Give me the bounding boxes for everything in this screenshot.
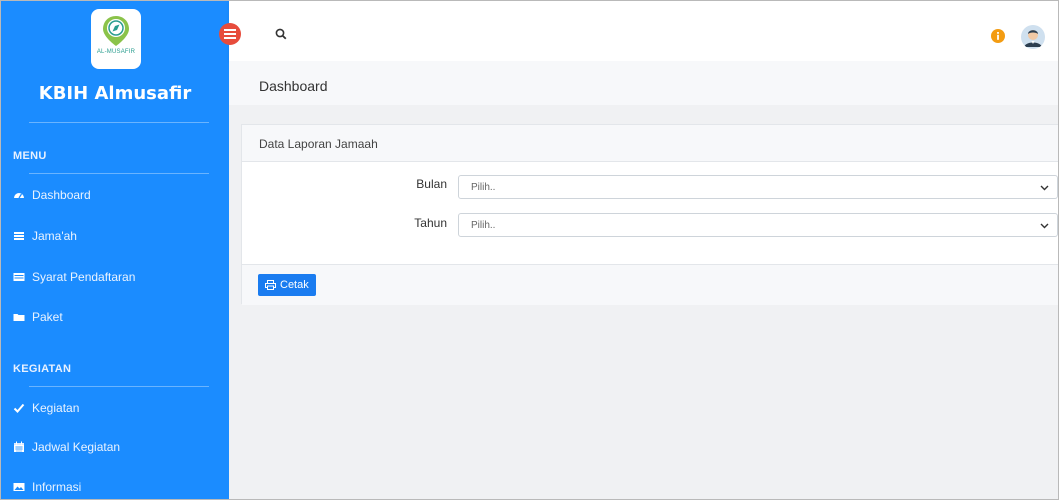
logo[interactable]: AL-MUSAFIR — [91, 9, 141, 69]
info-icon[interactable] — [991, 29, 1005, 43]
menu-section-title: MENU — [13, 150, 47, 162]
menu-toggle-icon — [224, 29, 236, 39]
card-footer: Cetak — [242, 264, 1058, 305]
user-avatar-icon — [1021, 25, 1045, 49]
tahun-select-value: Pilih.. — [471, 219, 496, 231]
check-icon — [13, 402, 25, 414]
tahun-label: Tahun — [414, 216, 447, 230]
sidebar-divider — [29, 386, 209, 387]
folder-icon — [13, 311, 25, 323]
tahun-select[interactable]: Pilih.. — [458, 213, 1058, 237]
compass-logo-icon — [103, 16, 129, 46]
sidebar-divider — [29, 173, 209, 174]
chevron-down-icon — [1040, 223, 1049, 229]
sidebar-divider — [29, 122, 209, 123]
sidebar-item-jamaah[interactable]: Jama'ah — [13, 226, 77, 246]
search-icon[interactable] — [275, 27, 287, 45]
kegiatan-section-title: KEGIATAN — [13, 363, 72, 375]
sidebar-item-label: Kegiatan — [32, 401, 80, 415]
bulan-label: Bulan — [416, 177, 447, 191]
sidebar-item-label: Jadwal Kegiatan — [32, 440, 121, 454]
sidebar-item-jadwal-kegiatan[interactable]: Jadwal Kegiatan — [13, 437, 120, 457]
id-card-icon — [13, 271, 25, 283]
sidebar-item-label: Informasi — [32, 480, 82, 494]
page-title: Dashboard — [259, 78, 328, 94]
print-button[interactable]: Cetak — [258, 274, 316, 296]
bulan-select-value: Pilih.. — [471, 181, 496, 193]
logo-text: AL-MUSAFIR — [96, 49, 136, 55]
sidebar-item-label: Jama'ah — [32, 229, 77, 243]
sidebar-toggle-button[interactable] — [219, 23, 241, 45]
chevron-down-icon — [1040, 185, 1049, 191]
sidebar-item-informasi[interactable]: Informasi — [13, 477, 81, 497]
sidebar-item-label: Paket — [32, 310, 63, 324]
bulan-select[interactable]: Pilih.. — [458, 175, 1058, 199]
card-header: Data Laporan Jamaah — [242, 125, 1058, 162]
print-button-label: Cetak — [280, 279, 309, 291]
card-title: Data Laporan Jamaah — [259, 137, 378, 151]
print-icon — [265, 280, 276, 290]
brand-title[interactable]: KBIH Almusafir — [1, 83, 229, 104]
page-header: Dashboard — [229, 61, 1058, 105]
calendar-icon — [13, 441, 25, 453]
sidebar-item-syarat-pendaftaran[interactable]: Syarat Pendaftaran — [13, 267, 135, 287]
sidebar: AL-MUSAFIR KBIH Almusafir MENU Dashboard… — [1, 1, 229, 499]
sidebar-item-label: Syarat Pendaftaran — [32, 270, 136, 284]
image-icon — [13, 481, 25, 493]
dashboard-icon — [13, 189, 25, 201]
topbar — [229, 1, 1058, 61]
report-card: Data Laporan Jamaah Bulan Pilih.. Tahun … — [241, 124, 1058, 305]
list-icon — [13, 230, 25, 242]
app-window: AL-MUSAFIR KBIH Almusafir MENU Dashboard… — [0, 0, 1059, 500]
sidebar-item-dashboard[interactable]: Dashboard — [13, 185, 91, 205]
avatar[interactable] — [1021, 25, 1045, 49]
sidebar-item-paket[interactable]: Paket — [13, 307, 63, 327]
sidebar-item-kegiatan[interactable]: Kegiatan — [13, 398, 79, 418]
sidebar-item-label: Dashboard — [32, 188, 91, 202]
